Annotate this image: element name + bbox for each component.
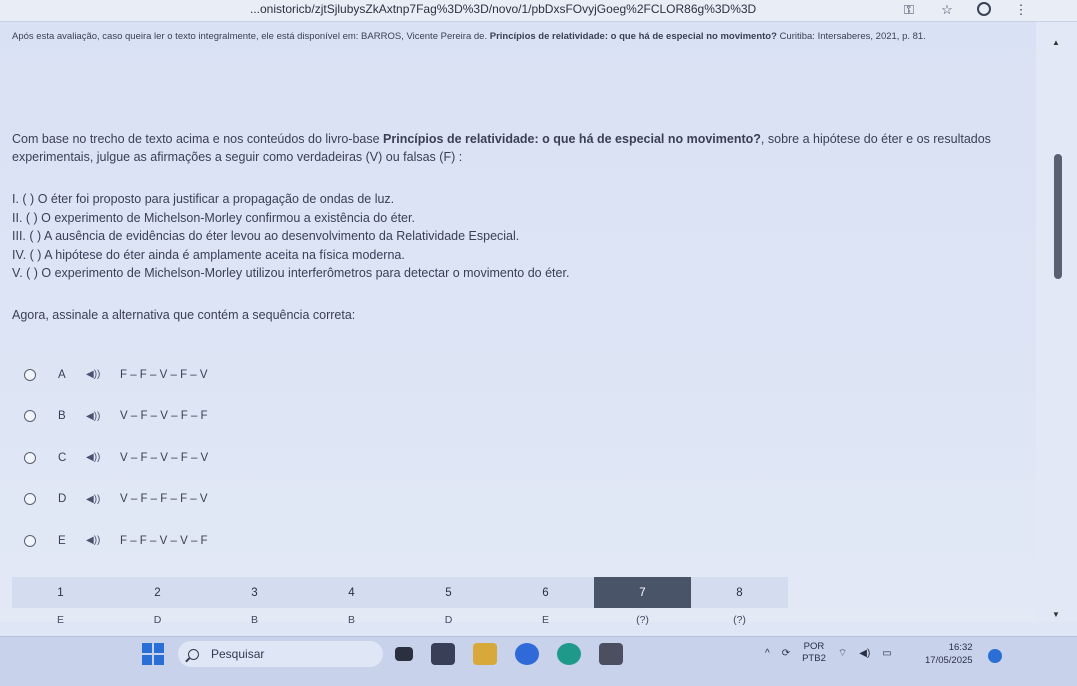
question-tab-6[interactable]: 6 xyxy=(497,577,594,608)
answer-6: E xyxy=(541,614,549,626)
reference-book-title: Princípios de relatividade: o que há de … xyxy=(489,31,777,42)
question-navigator: 1 2 3 4 5 6 7 8 E D B B D E (?) (?) xyxy=(12,577,788,632)
clock-time: 16:32 xyxy=(948,642,973,653)
question-intro: Com base no trecho de texto acima e nos … xyxy=(12,130,1002,166)
video-app-icon[interactable] xyxy=(431,643,455,665)
option-e[interactable]: E ◀)) F – F – V – V – F xyxy=(24,520,208,562)
network-sync-icon[interactable]: ⟳ xyxy=(782,648,790,659)
question-number-row: 1 2 3 4 5 6 7 8 xyxy=(12,577,788,608)
answer-4: B xyxy=(347,614,355,626)
reference-text: Após esta avaliação, caso queira ler o t… xyxy=(12,30,1012,43)
reference-prefix: Após esta avaliação, caso queira ler o t… xyxy=(12,31,488,42)
speaker-icon[interactable]: ◀)) xyxy=(86,535,120,546)
answer-1: E xyxy=(56,614,64,626)
browser-toolbar: ...onistoricb/zjtSjlubysZkAxtnp7Fag%3D%3… xyxy=(0,0,1077,22)
radio-button[interactable] xyxy=(24,368,36,381)
option-d[interactable]: D ◀)) V – F – F – F – V xyxy=(24,479,208,521)
answer-3: B xyxy=(250,614,258,626)
option-letter: C xyxy=(58,451,67,464)
answer-options: A ◀)) F – F – V – F – V B ◀)) V – F – V … xyxy=(24,354,208,562)
question-tab-5[interactable]: 5 xyxy=(400,577,497,608)
option-text: F – F – V – F – V xyxy=(120,368,208,381)
reference-suffix: Curitiba: Intersaberes, 2021, p. 81. xyxy=(779,31,926,42)
toolbar-icons: ⚿ ☆ ⋮ xyxy=(901,2,1029,18)
intro-book-title: Princípios de relatividade: o que há de … xyxy=(383,132,761,146)
page-content: Após esta avaliação, caso queira ler o t… xyxy=(0,22,1036,626)
page-scrollbar[interactable]: ▲ ▼ xyxy=(1036,22,1077,622)
question-tab-2[interactable]: 2 xyxy=(109,577,206,608)
battery-icon[interactable]: ▭ xyxy=(882,648,891,659)
windows-start-icon[interactable] xyxy=(142,643,164,665)
more-menu-icon[interactable]: ⋮ xyxy=(1013,2,1029,18)
radio-button[interactable] xyxy=(24,534,36,547)
speaker-icon[interactable]: ◀)) xyxy=(86,452,120,463)
option-letter: B xyxy=(58,410,66,423)
answer-2: D xyxy=(153,614,162,626)
search-label: Pesquisar xyxy=(211,647,265,661)
lang-top: POR xyxy=(803,641,825,652)
statement-list: I. ( ) O éter foi proposto para justific… xyxy=(12,190,569,283)
radio-button[interactable] xyxy=(24,451,36,464)
question-tab-8[interactable]: 8 xyxy=(691,577,788,608)
windows-taskbar: Pesquisar ^ ⟳ POR PTB2 ⌔ ◀) ▭ 16:32 17/0… xyxy=(0,636,1077,686)
radio-button[interactable] xyxy=(24,410,36,423)
desktop-app-icon[interactable] xyxy=(395,647,413,661)
volume-icon[interactable]: ◀) xyxy=(859,648,870,659)
statement-5: V. ( ) O experimento de Michelson-Morley… xyxy=(12,266,570,280)
scroll-up-icon[interactable]: ▲ xyxy=(1052,38,1060,47)
store-app-icon[interactable] xyxy=(599,643,623,665)
language-indicator[interactable]: POR PTB2 xyxy=(802,641,826,665)
question-tab-3[interactable]: 3 xyxy=(206,577,303,608)
question-tab-4[interactable]: 4 xyxy=(303,577,400,608)
scroll-down-icon[interactable]: ▼ xyxy=(1052,610,1060,619)
answer-7: (?) xyxy=(636,614,649,626)
option-text: V – F – F – F – V xyxy=(120,493,208,506)
intro-text-a: Com base no trecho de texto acima e nos … xyxy=(12,132,384,146)
address-bar[interactable]: ...onistoricb/zjtSjlubysZkAxtnp7Fag%3D%3… xyxy=(250,2,756,16)
option-text: V – F – V – F – F xyxy=(120,410,208,423)
system-tray: ^ ⟳ POR PTB2 ⌔ ◀) ▭ xyxy=(765,641,892,665)
option-b[interactable]: B ◀)) V – F – V – F – F xyxy=(24,396,208,438)
edge-icon[interactable] xyxy=(557,643,581,665)
option-letter: E xyxy=(58,534,66,547)
chevron-up-icon[interactable]: ^ xyxy=(765,648,770,659)
option-a[interactable]: A ◀)) F – F – V – F – V xyxy=(24,354,208,396)
wifi-icon[interactable]: ⌔ xyxy=(838,647,847,660)
pinned-apps xyxy=(395,643,623,665)
lang-bottom: PTB2 xyxy=(802,653,826,664)
key-icon[interactable]: ⚿ xyxy=(901,2,917,18)
notification-icon[interactable] xyxy=(988,649,1002,663)
option-letter: A xyxy=(58,368,66,381)
chrome-icon[interactable] xyxy=(515,643,539,665)
question-prompt: Agora, assinale a alternativa que contém… xyxy=(12,308,356,322)
speaker-icon[interactable]: ◀)) xyxy=(86,411,120,422)
file-explorer-icon[interactable] xyxy=(473,643,497,665)
clock-date: 17/05/2025 xyxy=(925,655,973,666)
statement-1: I. ( ) O éter foi proposto para justific… xyxy=(12,192,395,206)
option-text: F – F – V – V – F xyxy=(120,534,208,547)
question-tab-7[interactable]: 7 xyxy=(594,577,691,608)
taskbar-search[interactable]: Pesquisar xyxy=(178,641,383,667)
answer-row: E D B B D E (?) (?) xyxy=(12,608,788,632)
speaker-icon[interactable]: ◀)) xyxy=(86,369,120,380)
statement-2: II. ( ) O experimento de Michelson-Morle… xyxy=(12,210,415,225)
question-tab-1[interactable]: 1 xyxy=(12,577,109,608)
star-icon[interactable]: ☆ xyxy=(939,2,955,18)
option-c[interactable]: C ◀)) V – F – V – F – V xyxy=(24,437,208,479)
radio-button[interactable] xyxy=(24,493,36,506)
profile-icon[interactable] xyxy=(977,2,991,16)
speaker-icon[interactable]: ◀)) xyxy=(86,494,120,505)
option-letter: D xyxy=(58,493,67,506)
option-text: V – F – V – F – V xyxy=(120,451,209,464)
statement-4: IV. ( ) A hipótese do éter ainda é ampla… xyxy=(12,247,405,262)
search-icon xyxy=(188,648,199,660)
statement-3: III. ( ) A ausência de evidências do éte… xyxy=(12,229,520,243)
scroll-thumb[interactable] xyxy=(1054,154,1062,279)
answer-8: (?) xyxy=(733,614,746,626)
answer-5: D xyxy=(444,614,453,626)
taskbar-clock[interactable]: 16:32 17/05/2025 xyxy=(925,641,973,667)
